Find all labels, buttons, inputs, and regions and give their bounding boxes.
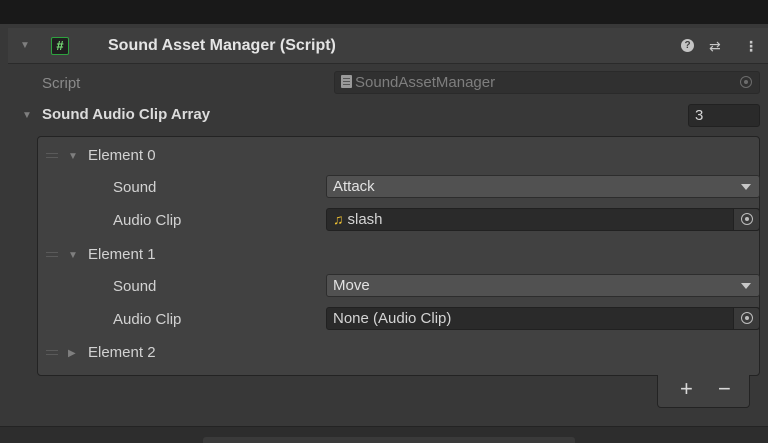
array-foldout-arrow-icon[interactable]: ▼: [22, 111, 32, 121]
help-icon[interactable]: ?: [681, 39, 694, 52]
element-foldout-arrow-icon[interactable]: ▼: [68, 152, 78, 162]
element-0-clip-label: Audio Clip: [113, 212, 182, 229]
array-label[interactable]: Sound Audio Clip Array: [42, 106, 210, 123]
preset-icon[interactable]: ⇄: [709, 38, 721, 54]
element-0-sound-value: Attack: [333, 178, 375, 195]
dropdown-caret-icon: [741, 184, 751, 190]
drag-handle-icon[interactable]: [46, 153, 58, 158]
inspector-panel: ▼ # Sound Asset Manager (Script) ? ⇄ ⋮ S…: [8, 24, 768, 426]
element-1-label[interactable]: Element 1: [88, 246, 156, 263]
object-picker-icon: [741, 312, 753, 324]
drag-handle-icon[interactable]: [46, 252, 58, 257]
more-menu-icon[interactable]: ⋮: [744, 38, 758, 54]
element-0-sound-dropdown[interactable]: Attack: [326, 175, 760, 198]
element-1-clip-value: None (Audio Clip): [333, 310, 452, 327]
element-1-clip-label: Audio Clip: [113, 311, 182, 328]
element-foldout-collapsed-icon[interactable]: ▶: [68, 349, 76, 359]
script-value: SoundAssetManager: [355, 74, 496, 91]
element-1-clip-field[interactable]: None (Audio Clip): [326, 307, 760, 330]
foldout-arrow-icon[interactable]: ▼: [20, 41, 30, 51]
object-picker-icon: [740, 76, 752, 88]
bottom-bar: [0, 426, 768, 443]
component-title: Sound Asset Manager (Script): [108, 37, 336, 54]
element-0-clip-picker[interactable]: [733, 209, 759, 230]
element-1-sound-value: Move: [333, 277, 370, 294]
element-1-sound-label: Sound: [113, 278, 157, 295]
list-footer: + −: [657, 375, 750, 408]
script-file-icon: [341, 75, 352, 88]
element-0-clip-value: slash: [347, 211, 383, 228]
audio-clip-icon: ♫: [333, 211, 344, 227]
csharp-script-icon: #: [51, 37, 69, 55]
array-size-field[interactable]: 3: [688, 104, 760, 127]
window-top-strip: [0, 0, 768, 24]
dropdown-caret-icon: [741, 283, 751, 289]
element-2-label[interactable]: Element 2: [88, 344, 156, 361]
element-foldout-arrow-icon[interactable]: ▼: [68, 251, 78, 261]
element-1-sound-dropdown[interactable]: Move: [326, 274, 760, 297]
script-object-picker[interactable]: [733, 72, 759, 93]
add-component-button[interactable]: [203, 437, 575, 443]
element-1-clip-picker[interactable]: [733, 308, 759, 329]
remove-element-button[interactable]: −: [718, 377, 731, 401]
script-field[interactable]: SoundAssetManager: [334, 71, 760, 94]
add-element-button[interactable]: +: [680, 377, 693, 401]
drag-handle-icon[interactable]: [46, 350, 58, 355]
element-0-clip-field[interactable]: ♫ slash: [326, 208, 760, 231]
element-0-sound-label: Sound: [113, 179, 157, 196]
array-size-value: 3: [695, 107, 704, 124]
object-picker-icon: [741, 213, 753, 225]
component-header[interactable]: ▼ # Sound Asset Manager (Script) ? ⇄ ⋮: [8, 28, 768, 64]
element-0-label[interactable]: Element 0: [88, 147, 156, 164]
script-label: Script: [42, 75, 81, 92]
